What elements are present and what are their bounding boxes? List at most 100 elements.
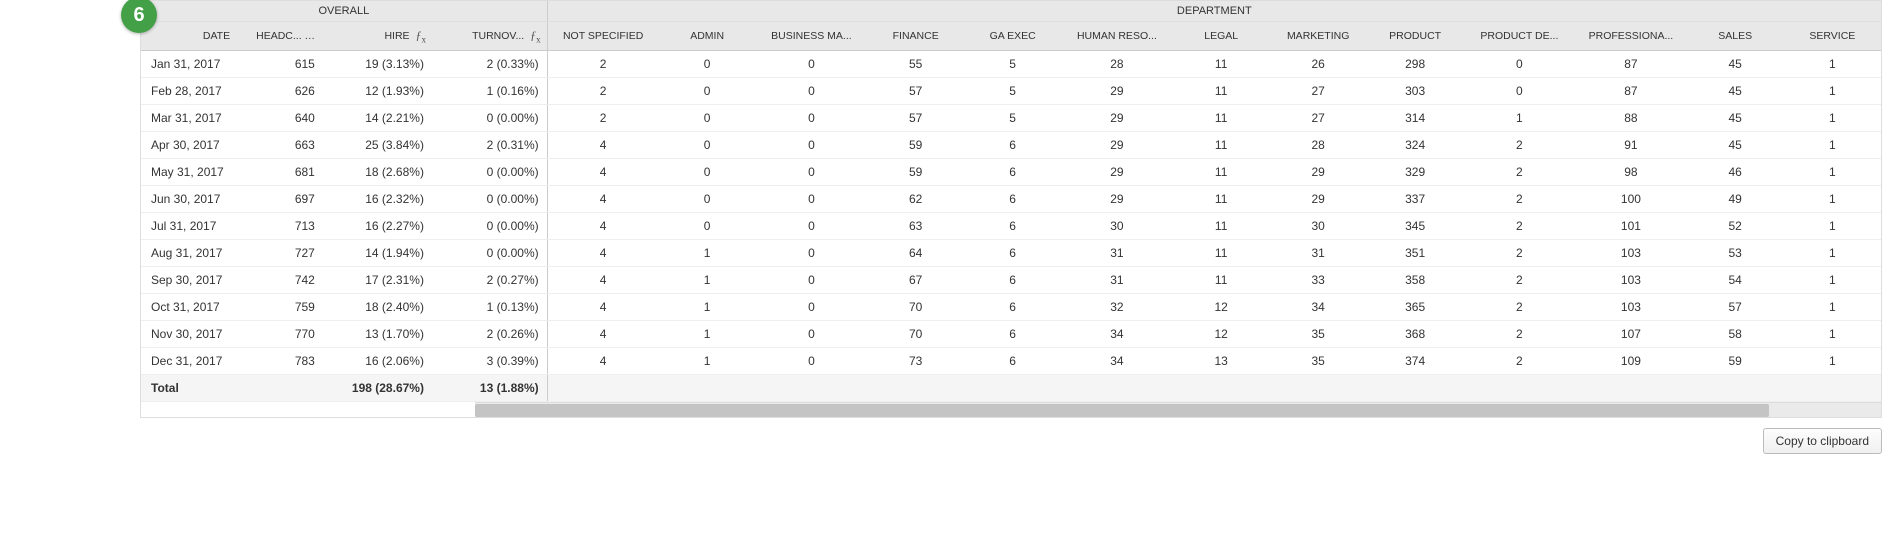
col-date[interactable]: DATE — [141, 22, 250, 51]
group-header-department: DEPARTMENT — [547, 1, 1881, 22]
cell-dept: 30 — [1270, 213, 1367, 240]
cell-dept: 27 — [1270, 78, 1367, 105]
cell-date: Jul 31, 2017 — [141, 213, 250, 240]
col-dept[interactable]: LEGAL — [1173, 22, 1270, 51]
cell-dept: 46 — [1687, 159, 1784, 186]
cell-dept: 100 — [1575, 186, 1687, 213]
cell-dept: 0 — [756, 294, 868, 321]
table-row: Oct 31, 201775918 (2.40%)1 (0.13%)410706… — [141, 294, 1881, 321]
total-dept — [1270, 375, 1367, 402]
col-dept[interactable]: FINANCE — [867, 22, 964, 51]
cell-dept: 62 — [867, 186, 964, 213]
cell-date: Nov 30, 2017 — [141, 321, 250, 348]
fx-icon: ƒx — [415, 28, 426, 44]
total-dept — [659, 375, 756, 402]
cell-dept: 1 — [1784, 294, 1881, 321]
col-dept[interactable]: PRODUCT — [1367, 22, 1464, 51]
copy-to-clipboard-button[interactable]: Copy to clipboard — [1763, 428, 1882, 454]
cell-dept: 31 — [1270, 240, 1367, 267]
col-dept[interactable]: PROFESSIONA... — [1575, 22, 1687, 51]
cell-dept: 29 — [1061, 105, 1173, 132]
cell-dept: 28 — [1061, 51, 1173, 78]
cell-dept: 67 — [867, 267, 964, 294]
col-dept[interactable]: MARKETING — [1270, 22, 1367, 51]
cell-hire: 13 (1.70%) — [323, 321, 432, 348]
cell-dept: 35 — [1270, 321, 1367, 348]
col-dept[interactable]: BUSINESS MA... — [756, 22, 868, 51]
table-row: Mar 31, 201764014 (2.21%)0 (0.00%)200575… — [141, 105, 1881, 132]
cell-dept: 1 — [1784, 321, 1881, 348]
horizontal-scrollbar[interactable] — [475, 402, 1881, 417]
cell-dept: 5 — [964, 78, 1061, 105]
cell-dept: 54 — [1687, 267, 1784, 294]
total-dept — [1173, 375, 1270, 402]
cell-dept: 6 — [964, 132, 1061, 159]
col-dept[interactable]: SALES — [1687, 22, 1784, 51]
cell-dept: 45 — [1687, 132, 1784, 159]
cell-dept: 53 — [1687, 240, 1784, 267]
cell-dept: 0 — [1464, 78, 1576, 105]
cell-dept: 1 — [1784, 78, 1881, 105]
cell-dept: 73 — [867, 348, 964, 375]
col-dept[interactable]: GA EXEC — [964, 22, 1061, 51]
cell-hire: 16 (2.06%) — [323, 348, 432, 375]
cell-dept: 4 — [547, 294, 659, 321]
cell-dept: 28 — [1270, 132, 1367, 159]
cell-dept: 13 — [1173, 348, 1270, 375]
cell-hire: 14 (1.94%) — [323, 240, 432, 267]
cell-dept: 6 — [964, 321, 1061, 348]
cell-dept: 4 — [547, 267, 659, 294]
col-dept[interactable]: NOT SPECIFIED — [547, 22, 659, 51]
col-turnover[interactable]: TURNOV... ƒx — [432, 22, 547, 51]
col-dept[interactable]: SERVICE — [1784, 22, 1881, 51]
cell-headcount: 615 — [250, 51, 323, 78]
col-dept[interactable]: ADMIN — [659, 22, 756, 51]
cell-dept: 2 — [547, 105, 659, 132]
cell-dept: 103 — [1575, 240, 1687, 267]
cell-dept: 103 — [1575, 267, 1687, 294]
cell-dept: 6 — [964, 213, 1061, 240]
cell-dept: 329 — [1367, 159, 1464, 186]
total-dept — [1784, 375, 1881, 402]
cell-dept: 368 — [1367, 321, 1464, 348]
cell-dept: 1 — [659, 240, 756, 267]
cell-dept: 27 — [1270, 105, 1367, 132]
cell-dept: 1 — [659, 321, 756, 348]
total-dept — [1464, 375, 1576, 402]
cell-date: Jan 31, 2017 — [141, 51, 250, 78]
cell-dept: 57 — [867, 78, 964, 105]
cell-date: Mar 31, 2017 — [141, 105, 250, 132]
cell-date: Aug 31, 2017 — [141, 240, 250, 267]
cell-headcount: 770 — [250, 321, 323, 348]
cell-dept: 91 — [1575, 132, 1687, 159]
cell-dept: 11 — [1173, 186, 1270, 213]
cell-dept: 64 — [867, 240, 964, 267]
cell-dept: 98 — [1575, 159, 1687, 186]
cell-turnover: 0 (0.00%) — [432, 186, 547, 213]
col-dept[interactable]: HUMAN RESO... — [1061, 22, 1173, 51]
cell-dept: 45 — [1687, 78, 1784, 105]
cell-dept: 365 — [1367, 294, 1464, 321]
table-row: Jun 30, 201769716 (2.32%)0 (0.00%)400626… — [141, 186, 1881, 213]
cell-dept: 2 — [1464, 321, 1576, 348]
cell-date: Feb 28, 2017 — [141, 78, 250, 105]
cell-dept: 1 — [659, 267, 756, 294]
cell-dept: 303 — [1367, 78, 1464, 105]
cell-dept: 59 — [867, 132, 964, 159]
cell-dept: 0 — [756, 78, 868, 105]
table-row: Jul 31, 201771316 (2.27%)0 (0.00%)400636… — [141, 213, 1881, 240]
cell-dept: 4 — [547, 132, 659, 159]
cell-dept: 12 — [1173, 321, 1270, 348]
cell-dept: 0 — [756, 51, 868, 78]
cell-dept: 314 — [1367, 105, 1464, 132]
scrollbar-thumb[interactable] — [475, 404, 1769, 417]
total-turnover: 13 (1.88%) — [432, 375, 547, 402]
cell-dept: 2 — [1464, 186, 1576, 213]
cell-hire: 12 (1.93%) — [323, 78, 432, 105]
col-headcount[interactable]: HEADC... ƒx — [250, 22, 323, 51]
cell-dept: 88 — [1575, 105, 1687, 132]
cell-turnover: 2 (0.26%) — [432, 321, 547, 348]
col-dept[interactable]: PRODUCT DE... — [1464, 22, 1576, 51]
col-hire[interactable]: HIRE ƒx — [323, 22, 432, 51]
cell-dept: 2 — [547, 51, 659, 78]
